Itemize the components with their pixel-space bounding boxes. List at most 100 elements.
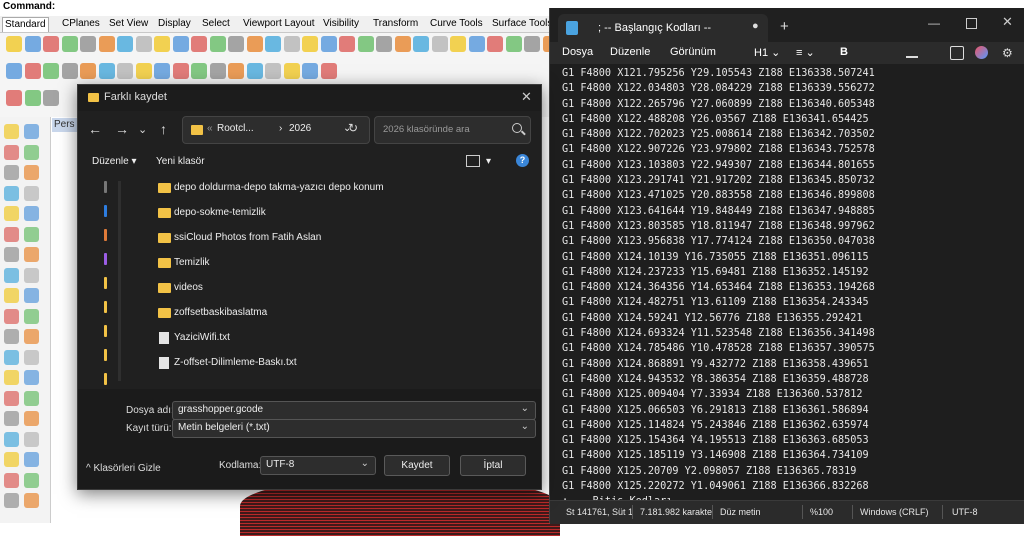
folder-list-item[interactable]: videos — [122, 277, 532, 301]
editor-line[interactable]: G1 F4800 X122.702023 Y25.008614 Z188 E13… — [562, 127, 875, 142]
save-button[interactable]: Kaydet — [384, 455, 450, 476]
file-list[interactable]: depo doldurma-depo takma-yazıcı depo kon… — [122, 175, 532, 387]
editor-line[interactable]: G1 F4800 X125.185119 Y3.146908 Z188 E136… — [562, 448, 875, 463]
menu-view[interactable]: Görünüm — [670, 46, 716, 58]
editor-line[interactable]: G1 F4800 X123.103803 Y22.949307 Z188 E13… — [562, 158, 875, 173]
nav-pane-icon[interactable] — [104, 229, 107, 241]
side-tool-icon[interactable] — [24, 124, 39, 139]
tab-cplanes[interactable]: CPlanes — [60, 17, 102, 31]
editor-line[interactable]: G1 F4800 X124.237233 Y15.69481 Z188 E136… — [562, 265, 875, 280]
editor-text[interactable]: G1 F4800 X121.795256 Y29.105543 Z188 E13… — [562, 66, 875, 500]
toolbar-tool-icon[interactable] — [376, 36, 392, 52]
editor-line[interactable]: G1 F4800 X121.795256 Y29.105543 Z188 E13… — [562, 66, 875, 81]
toolbar-tool-icon[interactable] — [209, 36, 226, 52]
toolbar-tool-icon[interactable] — [172, 36, 189, 52]
toolbar-tool-icon[interactable] — [283, 36, 300, 52]
nav-pane-icon[interactable] — [104, 373, 107, 385]
editor-line[interactable]: G1 F4800 X125.114824 Y5.243846 Z188 E136… — [562, 418, 875, 433]
toolbar-tool-icon[interactable] — [394, 36, 411, 52]
forward-arrow-icon[interactable]: → — [115, 121, 129, 137]
tab-viewport-layout[interactable]: Viewport Layout — [241, 17, 317, 31]
toolbar-tool-icon[interactable] — [61, 36, 78, 52]
editor-line[interactable]: G1 F4800 X122.265796 Y27.060899 Z188 E13… — [562, 97, 875, 112]
toolbar-tool-icon[interactable] — [6, 36, 22, 52]
nav-pane-icon[interactable] — [104, 205, 107, 217]
file-list-item[interactable]: Z-offset-Dilimleme-Baskı.txt — [122, 352, 532, 376]
side-tool-icon[interactable] — [24, 349, 39, 365]
side-tool-icon[interactable] — [24, 390, 39, 406]
toolbar-tool-icon[interactable] — [43, 90, 59, 106]
toolbar-tool-icon[interactable] — [191, 36, 207, 52]
side-tool-icon[interactable] — [4, 267, 19, 283]
filetype-chevron-icon[interactable]: ⌄ — [521, 421, 529, 432]
toolbar-tool-icon[interactable] — [43, 36, 59, 52]
toolbar-tool-icon[interactable] — [154, 36, 170, 52]
editor-line[interactable]: G1 F4800 X123.956838 Y17.774124 Z188 E13… — [562, 234, 875, 249]
editor-line[interactable]: G1 F4800 X125.066503 Y6.291813 Z188 E136… — [562, 403, 875, 418]
back-arrow-icon[interactable]: ← — [88, 121, 102, 137]
side-tool-icon[interactable] — [4, 411, 19, 426]
pane-divider[interactable] — [118, 181, 121, 381]
toolbar-tool-icon[interactable] — [98, 36, 115, 52]
file-list-item[interactable]: YaziciWifi.txt — [122, 327, 532, 351]
toolbar-tool-icon[interactable] — [43, 63, 59, 79]
tab-surface-tools[interactable]: Surface Tools — [490, 17, 554, 31]
avatar[interactable] — [975, 46, 988, 59]
toolbar-tool-icon[interactable] — [135, 63, 152, 79]
editor-line[interactable]: G1 F4800 X124.364356 Y14.653464 Z188 E13… — [562, 280, 875, 295]
up-arrow-icon[interactable]: ↑ — [160, 121, 167, 137]
toolbar-tool-icon[interactable] — [487, 36, 503, 52]
toolbar-tool-icon[interactable] — [117, 36, 133, 52]
tab-standard[interactable]: Standard — [2, 17, 49, 32]
toolbar-tool-icon[interactable] — [468, 36, 485, 52]
toolbar-tool-icon[interactable] — [24, 63, 41, 79]
toolbar-tool-icon[interactable] — [209, 63, 226, 79]
editor-line[interactable]: G1 F4800 X124.868891 Y9.432772 Z188 E136… — [562, 357, 875, 372]
folder-list-item[interactable]: zoffsetbaskibaslatma — [122, 302, 532, 326]
address-bar[interactable]: « Rootcl... › 2026 ⌄ — [182, 116, 370, 144]
viewport-label[interactable]: Pers — [52, 118, 80, 132]
editor-line[interactable]: G1 F4800 X122.907226 Y23.979802 Z188 E13… — [562, 142, 875, 157]
toolbar-tool-icon[interactable] — [265, 36, 281, 52]
folder-list-item[interactable]: depo doldurma-depo takma-yazıcı depo kon… — [122, 177, 532, 201]
editor-line[interactable]: G1 F4800 X123.641644 Y19.848449 Z188 E13… — [562, 204, 875, 219]
toolbar-tool-icon[interactable] — [117, 63, 133, 79]
editor-line[interactable]: G1 F4800 X125.20709 Y2.098057 Z188 E1363… — [562, 464, 875, 479]
toolbar-tool-icon[interactable] — [191, 63, 207, 79]
editor-line[interactable]: G1 F4800 X125.220272 Y1.049061 Z188 E136… — [562, 479, 875, 494]
breadcrumb-rootcl[interactable]: Rootcl... — [217, 123, 254, 134]
side-tool-icon[interactable] — [24, 206, 39, 221]
filename-value[interactable]: grasshopper.gcode — [178, 404, 263, 415]
toolbar-tool-icon[interactable] — [6, 63, 22, 79]
folder-list-item[interactable]: depo-sokme-temizlik — [122, 202, 532, 226]
nav-pane-icon[interactable] — [104, 253, 107, 265]
toolbar-tool-icon[interactable] — [228, 63, 244, 79]
side-tool-icon[interactable] — [24, 493, 39, 508]
tab-transform[interactable]: Transform — [371, 17, 420, 31]
nav-pane-icon[interactable] — [104, 181, 107, 193]
folder-list-item[interactable]: Temizlik — [122, 252, 532, 276]
toolbar-tool-icon[interactable] — [98, 63, 115, 79]
filetype-select[interactable]: Metin belgeleri (*.txt) ⌄ — [172, 419, 536, 438]
side-tool-icon[interactable] — [24, 226, 39, 242]
side-tool-icon[interactable] — [24, 288, 39, 303]
unsaved-dot-icon[interactable]: ● — [752, 20, 759, 32]
side-tool-icon[interactable] — [4, 144, 19, 160]
side-tool-icon[interactable] — [4, 206, 19, 221]
editor-line[interactable]: G1 F4800 X122.488208 Y26.03567 Z188 E136… — [562, 112, 875, 127]
toolbar-tool-icon[interactable] — [505, 36, 522, 52]
toolbar-tool-icon[interactable] — [61, 63, 78, 79]
side-tool-icon[interactable] — [4, 165, 19, 180]
editor-line[interactable]: G1 F4800 X122.034803 Y28.084229 Z188 E13… — [562, 81, 875, 96]
refresh-icon[interactable]: ↻ — [348, 121, 358, 135]
editor-line[interactable]: G1 F4800 X123.803585 Y18.811947 Z188 E13… — [562, 219, 875, 234]
encoding-chevron-icon[interactable]: ⌄ — [361, 458, 369, 469]
side-tool-icon[interactable] — [4, 329, 19, 344]
editor-line[interactable]: G1 F4800 X123.471025 Y20.883558 Z188 E13… — [562, 188, 875, 203]
toolbar-tool-icon[interactable] — [246, 63, 263, 79]
side-tool-icon[interactable] — [24, 267, 39, 283]
side-tool-icon[interactable] — [24, 165, 39, 180]
toolbar-tool-icon[interactable] — [320, 63, 337, 79]
encoding-select[interactable]: UTF-8 ⌄ — [260, 456, 376, 475]
side-tool-icon[interactable] — [4, 452, 19, 467]
